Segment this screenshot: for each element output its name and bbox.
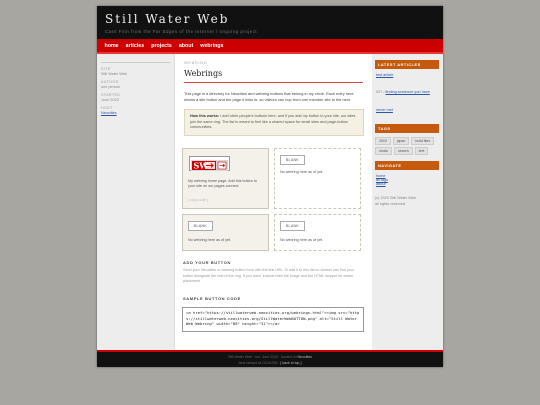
tag-item[interactable]: search xyxy=(394,147,413,155)
tag-item[interactable]: japan xyxy=(392,137,410,145)
page: Still Water Web Cass Finn from the Far E… xyxy=(97,6,443,367)
footer-neocities-link[interactable]: Neocities xyxy=(298,355,312,359)
nav-item-webrings[interactable]: webrings xyxy=(197,43,227,49)
footer-site-name: Still Water Web xyxy=(228,355,252,359)
nav-item-projects[interactable]: projects xyxy=(148,43,176,49)
footer-line-2: best viewed at 1024x768 · [ back to top … xyxy=(97,361,443,365)
latest-articles-list: test article 007 / finding someone you h… xyxy=(375,69,441,124)
copyright-text: (c) 2020 Still Water Web xyxy=(375,196,416,200)
tag-item[interactable]: text xyxy=(414,147,429,155)
page-title: Webrings xyxy=(184,69,223,78)
blank-button[interactable]: BLANK xyxy=(280,221,305,231)
footer-best-viewed: best viewed at 1024x768 · xyxy=(238,361,281,365)
webring-card: BLANK No webring here as of yet. xyxy=(182,214,269,251)
article-prefix: 007 / xyxy=(376,90,386,94)
site-tagline: Cass Finn from the Far Edges of the Inte… xyxy=(105,29,258,34)
started-label: STARTED xyxy=(101,92,121,97)
navigate-heading: NAVIGATE xyxy=(375,161,439,170)
card-text: My webring home page. Add this button to… xyxy=(188,179,257,189)
footer-line-1: Still Water Web · est. June 2020 · hoste… xyxy=(97,355,443,359)
started-value: June 2020 xyxy=(101,98,119,102)
nav-item-articles[interactable]: articles xyxy=(122,43,148,49)
notice-heading: How this works: xyxy=(190,114,220,118)
blank-button[interactable]: BLANK xyxy=(280,155,305,165)
host-label: HOST xyxy=(101,105,113,110)
add-button-text: Send your Neocities or webring button fr… xyxy=(183,268,355,284)
blank-button[interactable]: BLANK xyxy=(188,221,213,231)
tag-item[interactable]: build files xyxy=(411,137,434,145)
nav-item-about[interactable]: about xyxy=(175,43,196,49)
host-link[interactable]: Neocities xyxy=(101,111,170,115)
title-rule xyxy=(184,82,363,83)
sample-code-heading: SAMPLE BUTTON CODE xyxy=(183,296,241,301)
left-sidebar: SITE Still Water Web AUTHOR one person S… xyxy=(97,54,175,350)
card-text: No webring here as of yet. xyxy=(280,170,324,174)
webring-card: SW My webring home page. Add this button… xyxy=(182,148,269,209)
card-text: No webring here as of yet. xyxy=(280,238,324,242)
right-sidebar: LATEST ARTICLES test article 007 / findi… xyxy=(372,54,443,350)
tag-cloud: 2003 japan build files music search text xyxy=(375,137,437,155)
author-value: one person xyxy=(101,85,120,89)
how-it-works-notice: How this works: I add other people's but… xyxy=(184,109,364,136)
site-value: Still Water Web xyxy=(101,72,127,76)
main-nav: home articles projects about webrings xyxy=(97,39,443,54)
webring-card: BLANK No webring here as of yet. xyxy=(274,214,361,251)
tags-heading: TAGS xyxy=(375,124,439,133)
card-text: No webring here as of yet. xyxy=(188,238,232,242)
still-water-button[interactable]: SW xyxy=(189,156,230,171)
tag-item[interactable]: 2003 xyxy=(375,137,391,145)
add-button-heading: ADD YOUR BUTTON xyxy=(183,260,231,265)
site-footer: Still Water Web · est. June 2020 · hoste… xyxy=(97,350,443,367)
breadcrumb: WEBRING xyxy=(184,60,208,65)
latest-article-link[interactable]: test article xyxy=(376,73,440,77)
navigate-link-about[interactable]: about xyxy=(376,182,440,186)
back-to-top-link[interactable]: [ back to top ] xyxy=(280,361,301,365)
rights-text: all rights reserved xyxy=(375,202,405,206)
intro-text: This page is a directory for Neocities a… xyxy=(184,91,354,102)
footer-est: · est. June 2020 · hosted on xyxy=(252,355,298,359)
navigate-list: home all tags about xyxy=(375,170,441,192)
tag-item[interactable]: music xyxy=(375,147,393,155)
latest-article-item: 007 / finding someone you have never met xyxy=(376,80,440,116)
still-water-button-image: SW xyxy=(191,160,228,171)
nav-item-home[interactable]: home xyxy=(101,43,122,49)
sample-code-box[interactable]: <a href="https://stillwaterweb.neocities… xyxy=(182,307,364,332)
site-title[interactable]: Still Water Web xyxy=(105,12,229,26)
author-label: AUTHOR xyxy=(101,79,119,84)
sidebar-divider xyxy=(101,62,170,63)
site-header: Still Water Web Cass Finn from the Far E… xyxy=(97,6,443,39)
webring-card: BLANK No webring here as of yet. xyxy=(274,148,361,209)
site-label: SITE xyxy=(101,66,111,71)
latest-articles-heading: LATEST ARTICLES xyxy=(375,60,439,69)
copy-code-link[interactable]: [ copy code ] xyxy=(188,198,208,202)
